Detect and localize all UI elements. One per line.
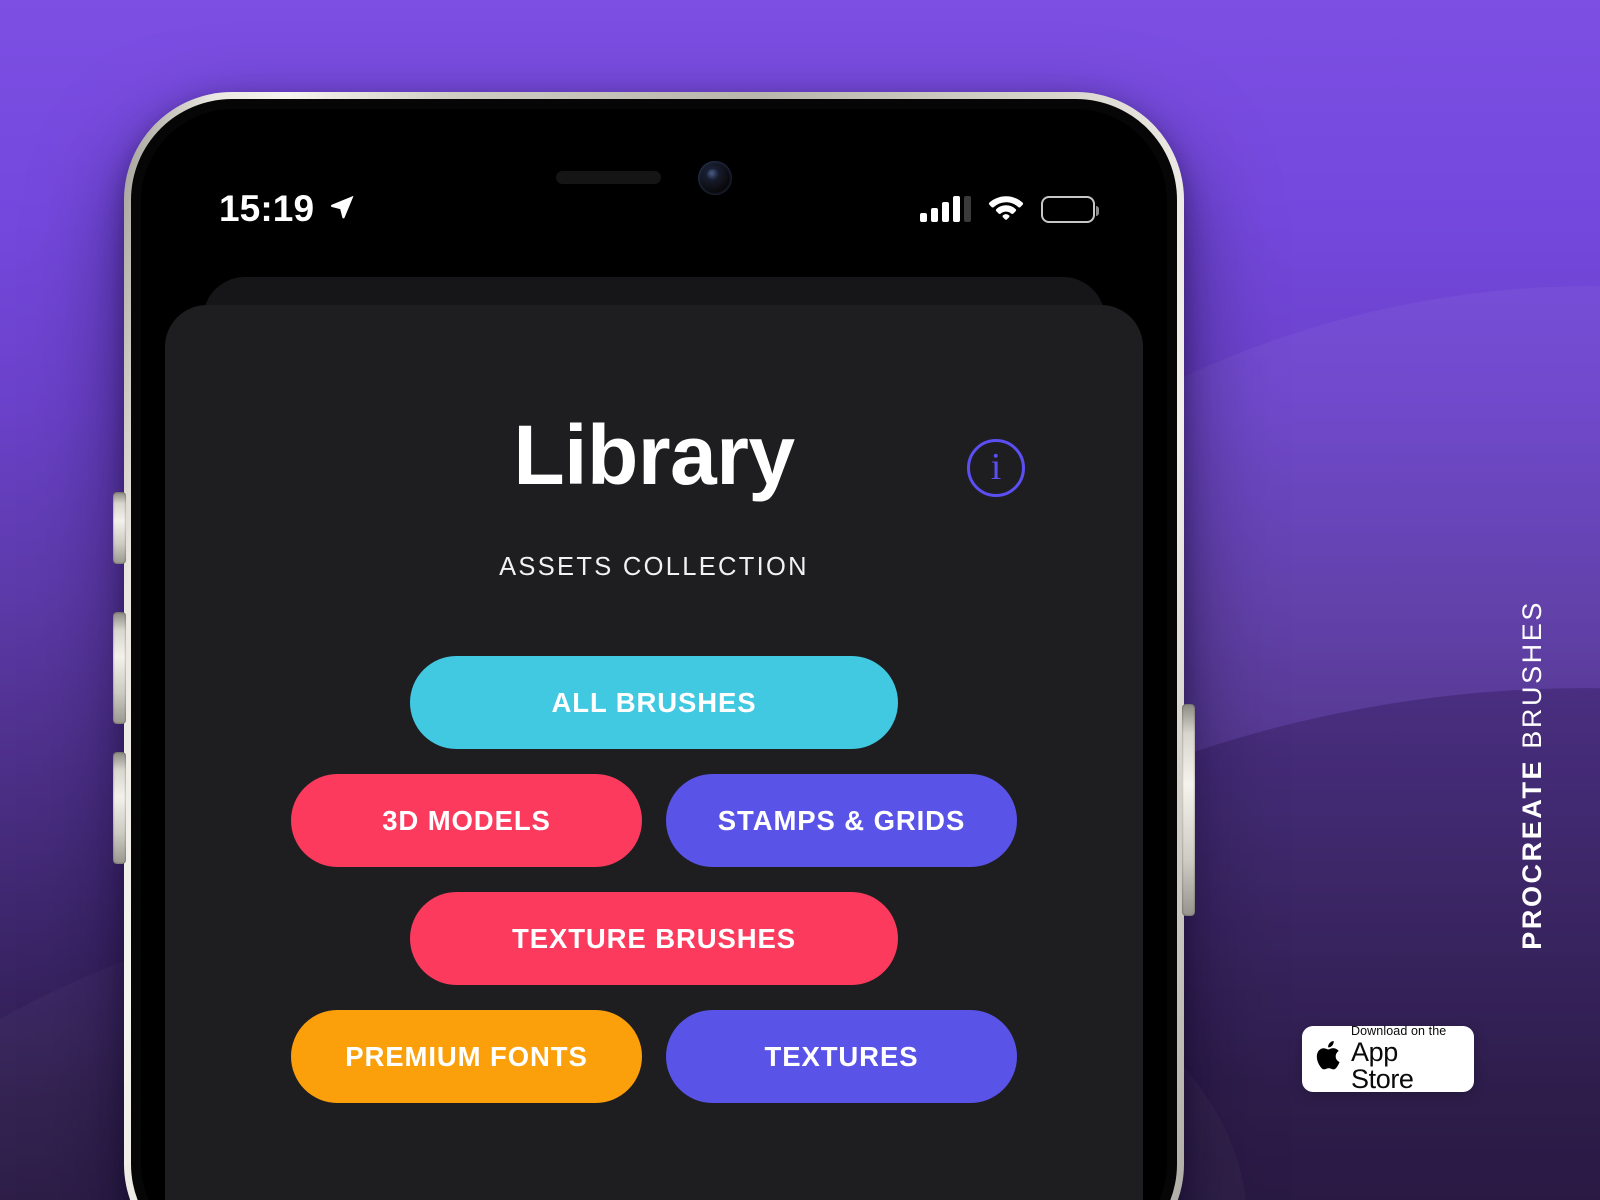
volume-up-button[interactable] [113,612,126,724]
poster-stage: PROCREATE BRUSHES Download on the App St… [0,0,1600,1200]
mute-switch-button[interactable] [113,492,126,564]
cellular-bars-icon [920,196,971,222]
brand-word-procreate: PROCREATE [1517,758,1547,950]
vertical-brand-text: PROCREATE BRUSHES [1517,600,1548,950]
phone-screen: 15:19 Library i ASSETS COLLECTION ALL BR… [141,109,1167,1200]
wifi-icon [988,193,1024,225]
category-button-all-brushes[interactable]: ALL BRUSHES [410,656,898,749]
category-button-label: PREMIUM FONTS [345,1040,588,1072]
app-header: Library i [165,413,1143,531]
category-row-2: 3D MODELS STAMPS & GRIDS [217,774,1091,867]
category-button-label: TEXTURES [764,1040,919,1072]
status-bar: 15:19 [141,181,1167,237]
info-button[interactable]: i [967,439,1025,497]
page-subtitle: ASSETS COLLECTION [499,553,809,581]
category-button-textures[interactable]: TEXTURES [666,1010,1017,1103]
category-button-label: STAMPS & GRIDS [717,804,966,836]
volume-down-button[interactable] [113,752,126,864]
app-store-badge-line1: Download on the [1351,1023,1447,1038]
category-row-1: ALL BRUSHES [217,656,1091,749]
app-store-badge-line2: App Store [1351,1037,1414,1095]
category-button-3d-models[interactable]: 3D MODELS [291,774,642,867]
category-button-label: ALL BRUSHES [551,686,757,718]
status-bar-left: 15:19 [219,188,356,230]
category-row-3: TEXTURE BRUSHES [217,892,1091,985]
status-bar-clock: 15:19 [219,188,315,229]
category-button-label: TEXTURE BRUSHES [512,922,796,954]
library-sheet-card: Library i ASSETS COLLECTION ALL BRUSHES [165,305,1143,1200]
category-button-label: 3D MODELS [382,804,551,836]
power-button[interactable] [1182,704,1195,916]
status-bar-right [920,193,1099,225]
category-button-stamps-grids[interactable]: STAMPS & GRIDS [666,774,1017,867]
category-button-texture-brushes[interactable]: TEXTURE BRUSHES [410,892,898,985]
brand-word-brushes: BRUSHES [1517,600,1547,759]
apple-logo-icon [1315,1040,1340,1076]
app-store-badge[interactable]: Download on the App Store [1302,1025,1474,1094]
location-arrow-icon [328,188,356,230]
battery-full-icon [1041,195,1099,223]
app-store-badge-text: Download on the App Store [1351,1025,1461,1094]
category-button-premium-fonts[interactable]: PREMIUM FONTS [291,1010,642,1103]
iphone-mockup: 15:19 Library i ASSETS COLLECTION ALL BR… [113,92,1195,1200]
category-button-stack: ALL BRUSHES 3D MODELS STAMPS & GRIDS TEX… [165,656,1143,1103]
category-row-4: PREMIUM FONTS TEXTURES [217,1010,1091,1103]
info-icon-glyph: i [990,446,1002,488]
